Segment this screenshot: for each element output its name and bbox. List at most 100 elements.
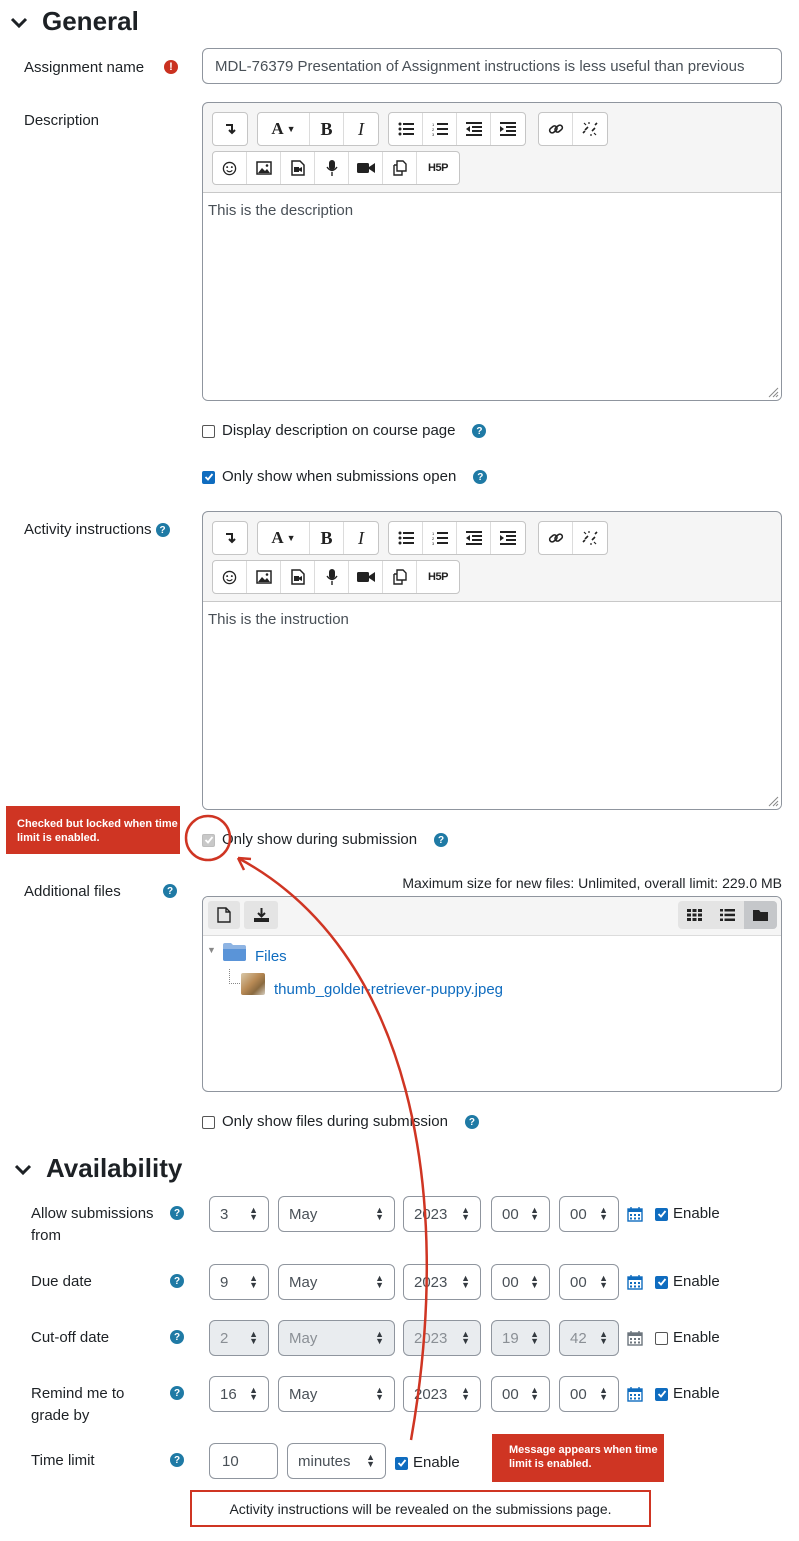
media-icon[interactable] — [281, 561, 315, 593]
link-icon[interactable] — [539, 522, 573, 554]
assignment-name-input[interactable]: MDL-76379 Presentation of Assignment ins… — [202, 48, 782, 84]
manage-files-icon[interactable] — [383, 152, 417, 184]
enable-checkbox[interactable] — [655, 1331, 668, 1345]
hour-select[interactable]: 19 ▲ ▼ — [491, 1320, 550, 1356]
help-icon[interactable]: ? — [170, 1274, 184, 1288]
record-video-icon[interactable] — [349, 561, 383, 593]
bold-icon[interactable]: B — [310, 113, 344, 145]
time-limit-enable-checkbox[interactable] — [395, 1456, 408, 1470]
files-folder-link[interactable]: Files — [255, 948, 287, 965]
tree-connector — [229, 969, 240, 984]
font-style-icon[interactable]: A ▼ — [258, 522, 310, 554]
puppy-thumbnail — [241, 973, 265, 995]
help-icon[interactable]: ? — [464, 1115, 479, 1129]
record-audio-icon[interactable] — [315, 561, 349, 593]
enable-checkbox[interactable] — [655, 1387, 668, 1401]
outdent-icon[interactable] — [457, 522, 491, 554]
image-icon[interactable] — [247, 152, 281, 184]
image-icon[interactable] — [247, 561, 281, 593]
minute-select[interactable]: 00 ▲ ▼ — [559, 1196, 619, 1232]
activity-instructions-editor[interactable]: A ▼ B I 123 H5P This is the instruction — [202, 511, 782, 810]
hour-select[interactable]: 00 ▲ ▼ — [491, 1264, 550, 1300]
resize-handle-icon[interactable] — [767, 795, 779, 807]
year-select[interactable]: 2023 ▲ ▼ — [403, 1376, 481, 1412]
tree-view-button[interactable] — [744, 901, 777, 929]
day-select[interactable]: 3 ▲ ▼ — [209, 1196, 269, 1232]
hour-select[interactable]: 00 ▲ ▼ — [491, 1196, 550, 1232]
bold-icon[interactable]: B — [310, 522, 344, 554]
only-show-during-submission-checkbox[interactable] — [202, 833, 215, 847]
time-limit-input[interactable]: 10 — [209, 1443, 278, 1479]
collapse-icon[interactable] — [213, 522, 247, 554]
description-content-area[interactable]: This is the description — [203, 192, 781, 400]
day-select[interactable]: 16 ▲ ▼ — [209, 1376, 269, 1412]
italic-icon[interactable]: I — [344, 522, 378, 554]
minute-select[interactable]: 42 ▲ ▼ — [559, 1320, 619, 1356]
manage-files-icon[interactable] — [383, 561, 417, 593]
ordered-list-icon[interactable]: 123 — [423, 522, 457, 554]
h5p-icon[interactable]: H5P — [417, 152, 459, 184]
hour-select[interactable]: 00 ▲ ▼ — [491, 1376, 550, 1412]
add-file-button[interactable] — [208, 901, 240, 929]
instructions-content-area[interactable]: This is the instruction — [203, 601, 781, 809]
ordered-list-icon[interactable]: 123 — [423, 113, 457, 145]
help-icon[interactable]: ? — [170, 1453, 184, 1467]
minute-select[interactable]: 00 ▲ ▼ — [559, 1264, 619, 1300]
select-arrows-icon: ▲ ▼ — [375, 1329, 384, 1346]
minute-select[interactable]: 00 ▲ ▼ — [559, 1376, 619, 1412]
file-link[interactable]: thumb_golder-retriever-puppy.jpeg — [274, 981, 503, 998]
general-section-header[interactable]: General — [8, 6, 139, 37]
indent-icon[interactable] — [491, 113, 525, 145]
list-view-button[interactable] — [711, 901, 744, 929]
calendar-icon[interactable] — [627, 1330, 643, 1346]
h5p-icon[interactable]: H5P — [417, 561, 459, 593]
calendar-icon[interactable] — [627, 1206, 643, 1222]
year-select[interactable]: 2023 ▲ ▼ — [403, 1196, 481, 1232]
only-show-when-open-checkbox[interactable] — [202, 470, 215, 484]
help-icon[interactable]: ? — [473, 470, 488, 484]
display-description-checkbox[interactable] — [202, 424, 215, 438]
year-select[interactable]: 2023 ▲ ▼ — [403, 1264, 481, 1300]
unlink-icon[interactable] — [573, 113, 607, 145]
help-icon[interactable]: ? — [434, 833, 449, 847]
day-select[interactable]: 2 ▲ ▼ — [209, 1320, 269, 1356]
help-icon[interactable]: ? — [170, 1206, 184, 1220]
download-button[interactable] — [244, 901, 278, 929]
italic-icon[interactable]: I — [344, 113, 378, 145]
enable-checkbox[interactable] — [655, 1207, 668, 1221]
outdent-icon[interactable] — [457, 113, 491, 145]
year-select[interactable]: 2023 ▲ ▼ — [403, 1320, 481, 1356]
month-select[interactable]: May ▲ ▼ — [278, 1320, 395, 1356]
resize-handle-icon[interactable] — [767, 386, 779, 398]
icon-view-button[interactable] — [678, 901, 711, 929]
tree-collapse-icon[interactable]: ▼ — [207, 945, 216, 955]
emoji-icon[interactable] — [213, 152, 247, 184]
help-icon[interactable]: ? — [170, 1330, 184, 1344]
help-icon[interactable]: ? — [170, 1386, 184, 1400]
indent-icon[interactable] — [491, 522, 525, 554]
availability-section-header[interactable]: Availability — [12, 1153, 182, 1184]
calendar-icon[interactable] — [627, 1386, 643, 1402]
collapse-icon[interactable] — [213, 113, 247, 145]
font-style-icon[interactable]: A ▼ — [258, 113, 310, 145]
day-select[interactable]: 9 ▲ ▼ — [209, 1264, 269, 1300]
record-audio-icon[interactable] — [315, 152, 349, 184]
help-icon[interactable]: ? — [472, 424, 487, 438]
unordered-list-icon[interactable] — [389, 113, 423, 145]
month-select[interactable]: May ▲ ▼ — [278, 1264, 395, 1300]
emoji-icon[interactable] — [213, 561, 247, 593]
month-select[interactable]: May ▲ ▼ — [278, 1376, 395, 1412]
unordered-list-icon[interactable] — [389, 522, 423, 554]
help-icon[interactable]: ? — [155, 523, 170, 537]
calendar-icon[interactable] — [627, 1274, 643, 1290]
only-show-files-checkbox[interactable] — [202, 1115, 215, 1129]
link-icon[interactable] — [539, 113, 573, 145]
enable-checkbox[interactable] — [655, 1275, 668, 1289]
help-icon[interactable]: ? — [163, 884, 177, 898]
time-limit-unit-select[interactable]: minutes ▲ ▼ — [287, 1443, 386, 1479]
month-select[interactable]: May ▲ ▼ — [278, 1196, 395, 1232]
description-editor[interactable]: A ▼ B I 123 H5P This is the description — [202, 102, 782, 401]
record-video-icon[interactable] — [349, 152, 383, 184]
unlink-icon[interactable] — [573, 522, 607, 554]
media-icon[interactable] — [281, 152, 315, 184]
